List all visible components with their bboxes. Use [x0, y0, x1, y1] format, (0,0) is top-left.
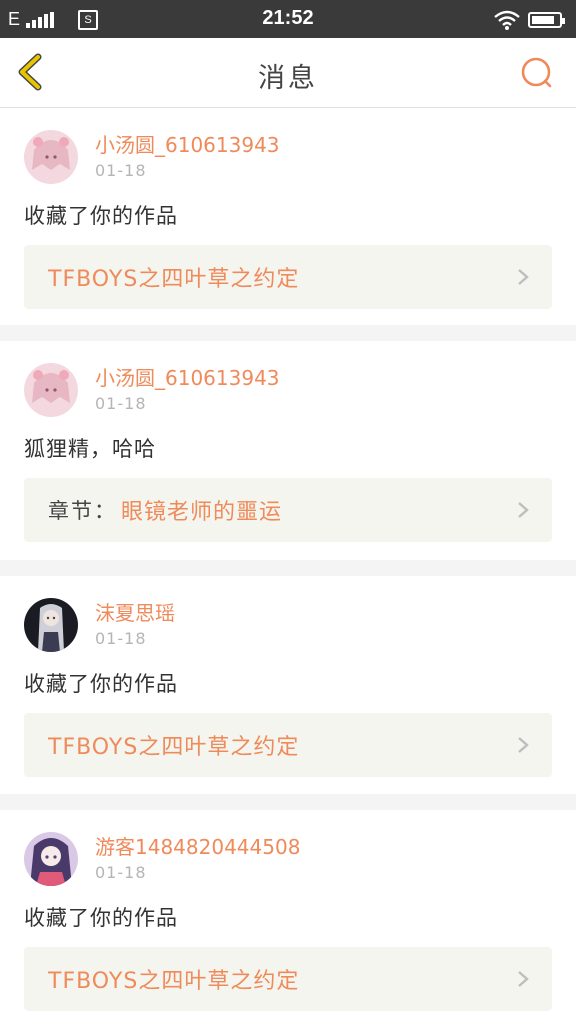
message-card: 小汤圆_610613943 01-18 狐狸精，哈哈 章节： 眼镜老师的噩运 — [0, 341, 576, 560]
message-date: 01-18 — [95, 629, 147, 648]
message-card: 沫夏思瑶 01-18 收藏了你的作品 TFBOYS之四叶草之约定 — [0, 576, 576, 794]
anime-girl-pink-avatar-icon[interactable] — [24, 130, 78, 184]
battery-icon — [528, 12, 565, 28]
work-link[interactable]: TFBOYS之四叶草之约定 — [24, 713, 552, 777]
chevron-right-icon — [518, 269, 529, 285]
message-user[interactable]: 小汤圆_610613943 01-18 — [24, 130, 280, 184]
work-title: TFBOYS之四叶草之约定 — [48, 267, 300, 292]
message-text: 狐狸精，哈哈 — [24, 437, 156, 461]
username[interactable]: 小汤圆_610613943 — [95, 132, 280, 158]
message-card: 游客1484820444508 01-18 收藏了你的作品 TFBOYS之四叶草… — [0, 810, 576, 1025]
chapter-title: 眼镜老师的噩运 — [121, 500, 283, 525]
username[interactable]: 小汤圆_610613943 — [95, 365, 280, 391]
anime-girl-purple-avatar-icon[interactable] — [24, 832, 78, 886]
anime-girl-dark-avatar-icon[interactable] — [24, 598, 78, 652]
work-title: TFBOYS之四叶草之约定 — [48, 735, 300, 760]
nav-bar: 消息 — [0, 38, 576, 108]
message-date: 01-18 — [95, 394, 147, 413]
message-text: 收藏了你的作品 — [24, 204, 178, 228]
page-title: 消息 — [258, 63, 318, 94]
message-user[interactable]: 沫夏思瑶 01-18 — [24, 598, 175, 652]
chevron-right-icon — [518, 502, 529, 518]
message-user[interactable]: 游客1484820444508 01-18 — [24, 832, 300, 886]
work-link[interactable]: TFBOYS之四叶草之约定 — [24, 245, 552, 309]
wifi-icon — [494, 10, 520, 30]
chapter-prefix: 章节： — [48, 499, 117, 523]
status-right — [494, 10, 565, 30]
status-bar: E S 21:52 — [0, 0, 576, 38]
chevron-right-icon — [518, 737, 529, 753]
message-user[interactable]: 小汤圆_610613943 01-18 — [24, 363, 280, 417]
message-date: 01-18 — [95, 161, 147, 180]
chevron-right-icon — [518, 971, 529, 987]
username[interactable]: 沫夏思瑶 — [95, 600, 175, 626]
status-time: 21:52 — [262, 7, 314, 29]
chapter-link[interactable]: 章节： 眼镜老师的噩运 — [24, 478, 552, 542]
message-date: 01-18 — [95, 863, 147, 882]
search-icon[interactable] — [520, 56, 554, 90]
message-text: 收藏了你的作品 — [24, 906, 178, 930]
message-text: 收藏了你的作品 — [24, 672, 178, 696]
message-card: 小汤圆_610613943 01-18 收藏了你的作品 TFBOYS之四叶草之约… — [0, 108, 576, 325]
anime-girl-pink-avatar-icon[interactable] — [24, 363, 78, 417]
username[interactable]: 游客1484820444508 — [95, 834, 300, 860]
work-link[interactable]: TFBOYS之四叶草之约定 — [24, 947, 552, 1011]
work-title: TFBOYS之四叶草之约定 — [48, 969, 300, 994]
